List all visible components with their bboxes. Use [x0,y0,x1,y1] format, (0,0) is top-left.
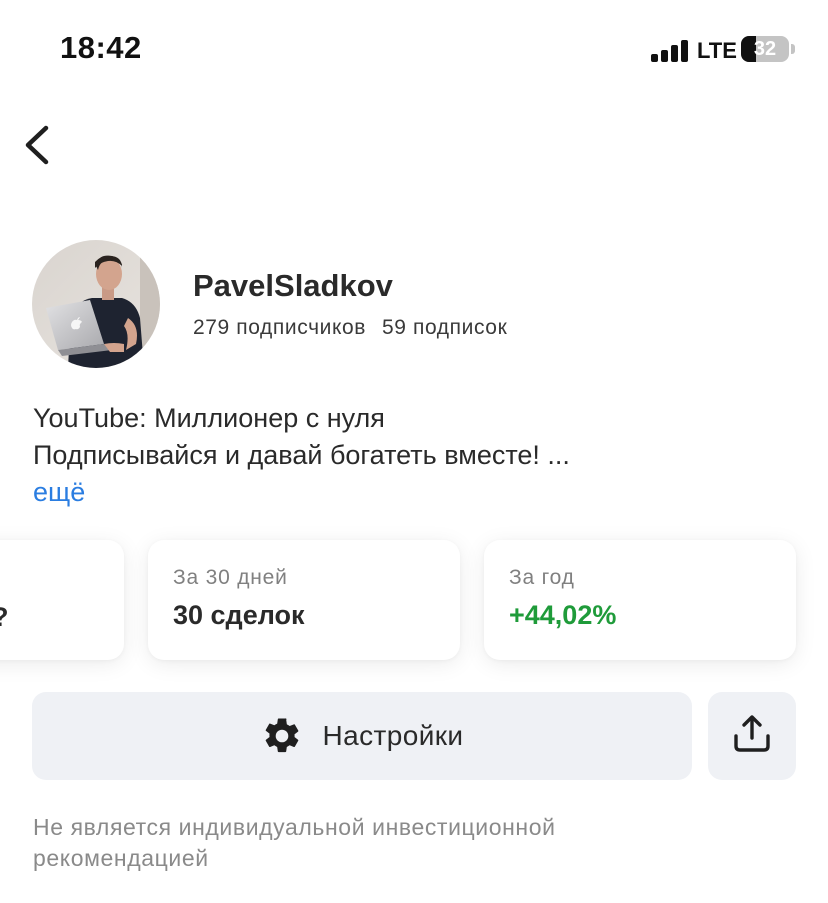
disclaimer: Не является индивидуальной инвестиционно… [33,814,556,871]
profile-stats: 279 подписчиков 59 подписок [193,316,507,340]
profile-name: PavelSladkov [193,268,393,303]
stat-card-value: 30 сделок [173,600,305,630]
gear-icon [265,718,298,753]
status-time: 18:42 [60,30,142,65]
battery-cap [791,44,795,54]
battery-percent: 32 [753,38,777,60]
network-label: LTE [697,38,737,63]
settings-button[interactable]: Настройки [32,692,692,780]
avatar-photo [32,240,160,368]
stat-card-label: За 30 дней [173,566,288,589]
bio-more-link[interactable]: ещё [33,474,570,511]
stat-card-30-days[interactable]: За 30 дней 30 сделок [148,540,460,660]
bio-line: Подписывайся и давай богатеть вместе! ..… [33,440,570,470]
stat-card-value: ? [0,602,9,633]
settings-button-label: Настройки [322,720,464,751]
stat-card-value: +44,02% [509,600,617,630]
status-bar: 18:42 LTE 32 [0,0,828,100]
followers-count[interactable]: 279 подписчиков [193,316,366,339]
bio: YouTube: Миллионер с нуля Подписывайся и… [33,400,570,511]
battery-icon: 32 [741,36,789,62]
following-count[interactable]: 59 подписок [382,316,507,339]
share-icon [734,715,770,752]
bio-line: YouTube: Миллионер с нуля [33,403,385,433]
back-button[interactable] [14,116,64,172]
chevron-left-icon [25,125,49,165]
avatar[interactable] [32,240,160,368]
signal-icon [651,40,689,62]
stat-card-partial[interactable]: ? [0,540,124,660]
stat-card-label: За год [509,566,575,589]
share-button[interactable] [708,692,796,780]
stat-card-year[interactable]: За год +44,02% [484,540,796,660]
